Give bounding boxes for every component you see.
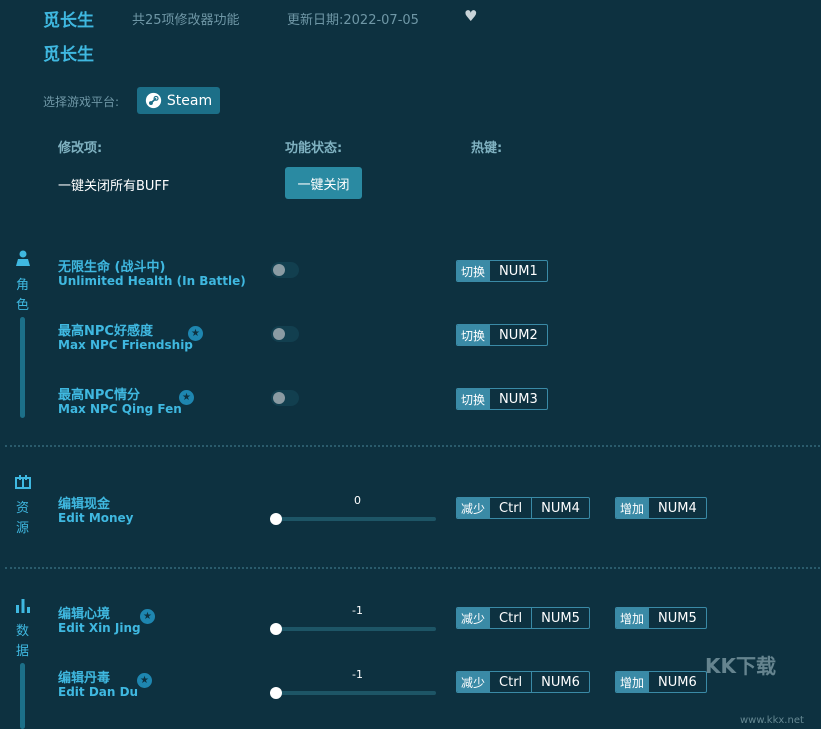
category-character-char2: 色 <box>16 298 30 313</box>
edit-xinjing-slider[interactable] <box>276 627 436 631</box>
star-icon: ★ <box>140 609 155 624</box>
edit-dandu-cn: 编辑丹毒 <box>58 671 111 686</box>
edit-dandu-slider-thumb[interactable] <box>270 687 282 699</box>
edit-money-en: Edit Money <box>58 511 134 525</box>
game-title: 觅长生 <box>43 45 94 65</box>
section-divider <box>5 567 820 569</box>
disable-all-buff-button[interactable]: 一键关闭 <box>285 167 362 199</box>
section-divider <box>5 445 820 447</box>
app-title: 觅长生 <box>43 11 94 31</box>
category-character-scroll[interactable] <box>20 317 25 418</box>
edit-money-value: 0 <box>354 494 361 507</box>
unlimited-health-toggle-knob <box>273 264 285 276</box>
hotkey-action: 增加 <box>616 498 649 518</box>
category-data-char2: 据 <box>16 644 30 659</box>
hotkey-action: 减少 <box>457 498 490 518</box>
edit-xinjing-increase-hotkey[interactable]: 增加 NUM5 <box>615 607 707 629</box>
edit-money-decrease-hotkey[interactable]: 减少 Ctrl NUM4 <box>456 497 590 519</box>
feature-count: 共25项修改器功能 <box>132 13 240 28</box>
edit-dandu-slider[interactable] <box>276 691 436 695</box>
edit-xinjing-decrease-hotkey[interactable]: 减少 Ctrl NUM5 <box>456 607 590 629</box>
hotkey-key: NUM5 <box>531 608 589 628</box>
edit-dandu-value: -1 <box>352 668 363 681</box>
edit-money-cn: 编辑现金 <box>58 497 111 512</box>
hotkey-key: NUM6 <box>648 672 706 692</box>
hotkey-key: NUM4 <box>648 498 706 518</box>
item-max-npc-friendship-en: Max NPC Friendship <box>58 338 193 352</box>
disable-all-buff-label: 一键关闭所有BUFF <box>58 179 170 194</box>
hotkey-key: NUM4 <box>531 498 589 518</box>
hotkey-action: 减少 <box>457 672 490 692</box>
edit-money-slider[interactable] <box>276 517 436 521</box>
column-status-header: 功能状态: <box>285 141 343 156</box>
edit-money-slider-thumb[interactable] <box>270 513 282 525</box>
edit-xinjing-cn: 编辑心境 <box>58 607 111 622</box>
edit-dandu-en: Edit Dan Du <box>58 685 139 699</box>
max-npc-qingfen-hotkey[interactable]: 切换 NUM3 <box>456 388 548 410</box>
item-unlimited-health-en: Unlimited Health (In Battle) <box>58 274 246 288</box>
edit-xinjing-slider-thumb[interactable] <box>270 623 282 635</box>
item-max-npc-friendship-cn: 最高NPC好感度 <box>58 324 153 339</box>
update-date: 更新日期:2022-07-05 <box>287 13 419 28</box>
hotkey-action: 切换 <box>457 389 490 409</box>
hotkey-modifier: Ctrl <box>489 672 531 692</box>
steam-platform-button[interactable]: Steam <box>137 87 220 114</box>
hotkey-key: NUM6 <box>531 672 589 692</box>
platform-label: 选择游戏平台: <box>43 95 120 109</box>
watermark-url: www.kkx.net <box>740 715 804 726</box>
hotkey-action: 切换 <box>457 325 490 345</box>
watermark-logo: KK下载 <box>705 654 776 678</box>
column-hotkey-header: 热键: <box>471 141 503 156</box>
category-character-char1: 角 <box>16 278 30 293</box>
category-resource-char2: 源 <box>16 521 30 536</box>
hotkey-action: 切换 <box>457 261 490 281</box>
edit-money-increase-hotkey[interactable]: 增加 NUM4 <box>615 497 707 519</box>
column-mod-header: 修改项: <box>58 141 103 156</box>
hotkey-key: NUM5 <box>648 608 706 628</box>
max-npc-qingfen-toggle-knob <box>273 392 285 404</box>
resource-icon <box>15 475 31 489</box>
edit-xinjing-value: -1 <box>352 604 363 617</box>
category-data-scroll[interactable] <box>20 663 25 729</box>
edit-dandu-increase-hotkey[interactable]: 增加 NUM6 <box>615 671 707 693</box>
hotkey-key: NUM3 <box>489 389 547 409</box>
character-icon <box>16 250 30 266</box>
hotkey-modifier: Ctrl <box>489 608 531 628</box>
favorite-heart-icon[interactable]: ♥ <box>464 7 477 25</box>
max-npc-friendship-toggle-knob <box>273 328 285 340</box>
steam-icon <box>145 92 162 109</box>
steam-label: Steam <box>166 92 213 109</box>
hotkey-action: 增加 <box>616 608 649 628</box>
edit-xinjing-en: Edit Xin Jing <box>58 621 141 635</box>
edit-dandu-decrease-hotkey[interactable]: 减少 Ctrl NUM6 <box>456 671 590 693</box>
hotkey-key: NUM2 <box>489 325 547 345</box>
hotkey-key: NUM1 <box>489 261 547 281</box>
item-max-npc-qingfen-en: Max NPC Qing Fen <box>58 402 182 416</box>
item-max-npc-qingfen-cn: 最高NPC情分 <box>58 388 140 403</box>
data-icon <box>16 599 30 613</box>
item-unlimited-health-cn: 无限生命 (战斗中) <box>58 260 166 275</box>
hotkey-action: 减少 <box>457 608 490 628</box>
hotkey-modifier: Ctrl <box>489 498 531 518</box>
star-icon: ★ <box>137 673 152 688</box>
hotkey-action: 增加 <box>616 672 649 692</box>
category-resource-char1: 资 <box>16 501 30 516</box>
unlimited-health-hotkey[interactable]: 切换 NUM1 <box>456 260 548 282</box>
category-data-char1: 数 <box>16 624 30 639</box>
max-npc-friendship-hotkey[interactable]: 切换 NUM2 <box>456 324 548 346</box>
